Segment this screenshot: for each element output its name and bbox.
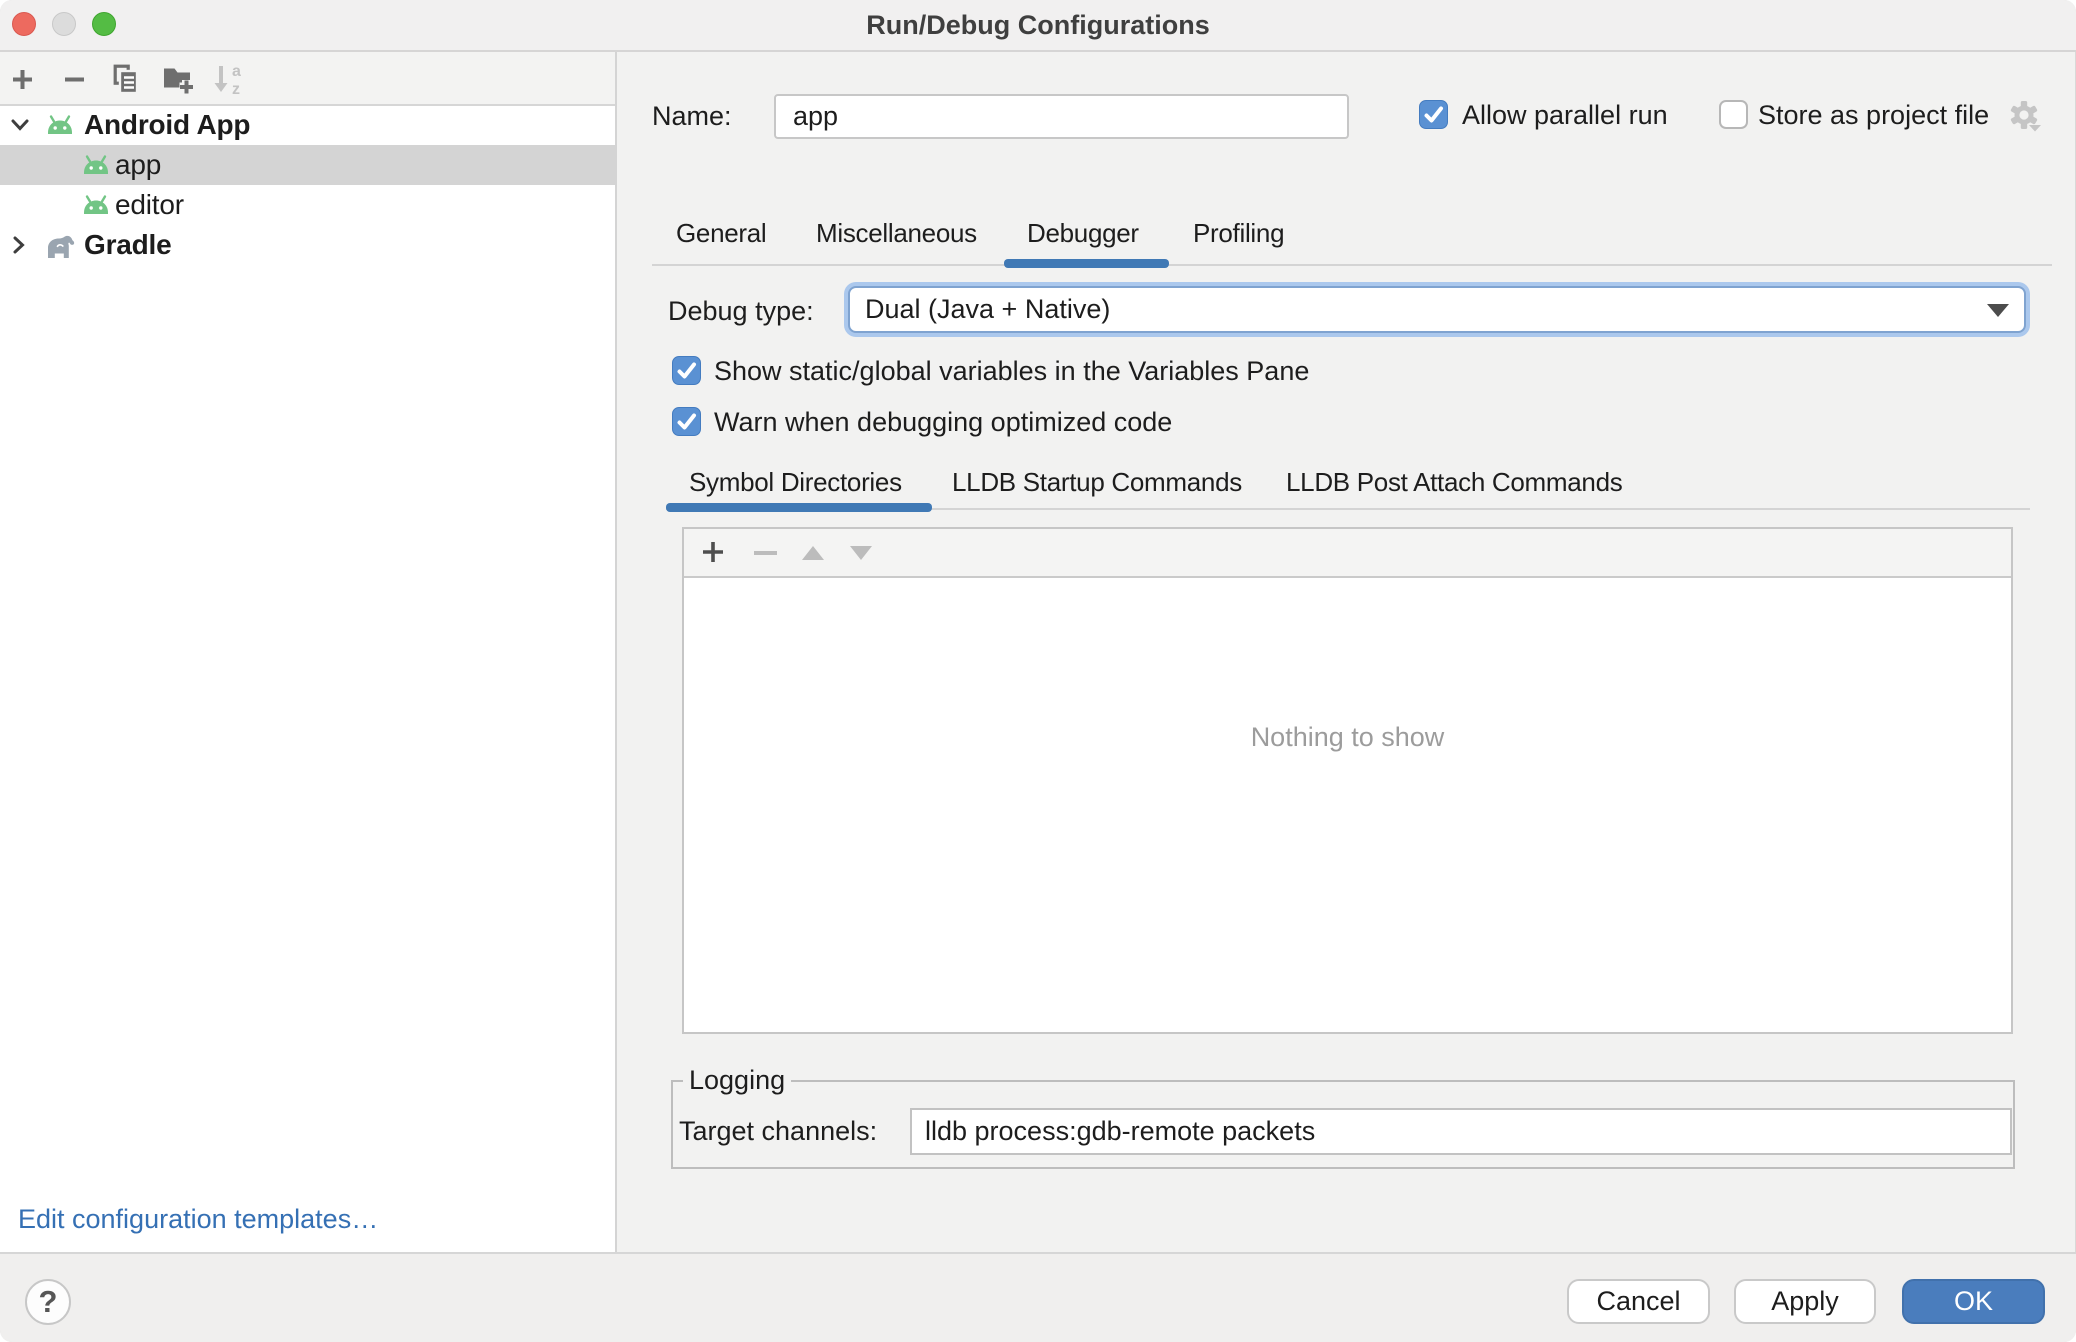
svg-text:z: z bbox=[232, 81, 240, 96]
svg-text:a: a bbox=[232, 65, 241, 80]
